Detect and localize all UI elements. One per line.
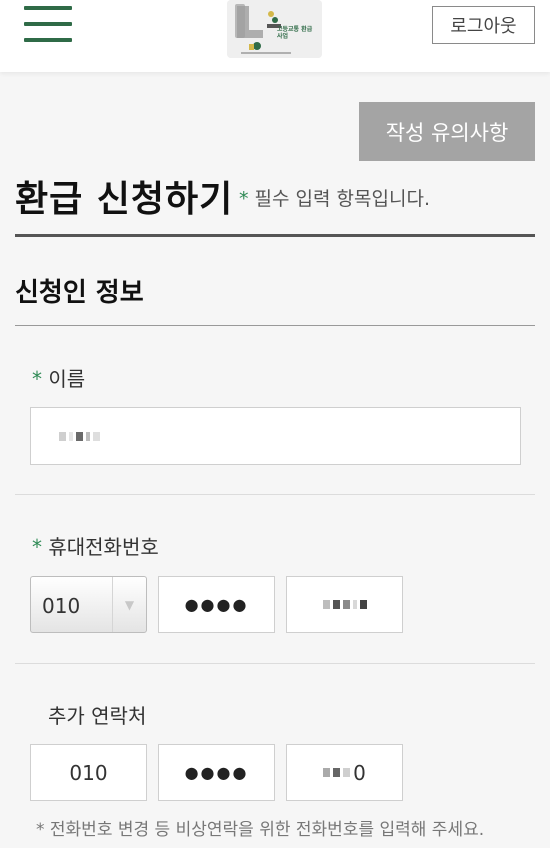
menu-icon[interactable]: [24, 6, 74, 46]
phone-label: * 휴대전화번호: [32, 531, 159, 560]
field-divider: [15, 663, 535, 664]
menu-icon-bar: [24, 22, 72, 26]
phone-help-text: * 전화번호 변경 등 비상연락을 위한 전화번호를 입력해 주세요.: [36, 820, 485, 840]
name-label: * 이름: [32, 363, 85, 392]
required-note: * 필수 입력 항목입니다.: [239, 184, 430, 211]
site-logo[interactable]: 고등교통 환급사업: [227, 0, 322, 58]
required-note-text: 필수 입력 항목입니다.: [254, 188, 430, 210]
menu-icon-bar: [24, 38, 72, 42]
phone-label-text: 휴대전화번호: [48, 535, 159, 559]
extra-contact-label: 추가 연락처: [48, 704, 147, 728]
extra-last-suffix: 0: [353, 760, 366, 785]
page-title: 환급 신청하기: [15, 179, 234, 220]
phone-last-masked-value: [322, 600, 367, 609]
logout-button[interactable]: 로그아웃: [432, 6, 535, 44]
logo-text: 고등교통 환급사업: [277, 26, 313, 40]
chevron-down-icon: ▼: [112, 577, 146, 632]
title-divider: [15, 234, 535, 237]
phone-middle-input[interactable]: ●●●●: [158, 576, 275, 633]
required-star: *: [32, 535, 42, 559]
name-masked-value: [59, 431, 100, 441]
extra-middle-input[interactable]: ●●●●: [158, 744, 275, 801]
section-title: 신청인 정보: [15, 278, 144, 308]
extra-prefix-input[interactable]: 010: [30, 744, 147, 801]
top-header: 고등교통 환급사업 로그아웃: [0, 0, 550, 72]
writing-notice-button[interactable]: 작성 유의사항: [359, 102, 535, 161]
phone-middle-value: ●●●●: [184, 595, 249, 614]
required-star: *: [32, 367, 42, 391]
name-input[interactable]: [30, 407, 521, 465]
menu-icon-bar: [24, 6, 72, 10]
phone-prefix-value: 010: [42, 594, 81, 618]
name-label-text: 이름: [48, 367, 86, 391]
required-star: *: [239, 188, 249, 210]
extra-prefix-value: 010: [69, 760, 108, 785]
extra-last-masked-value: 0: [323, 761, 366, 785]
extra-middle-value: ●●●●: [184, 763, 249, 782]
phone-prefix-select[interactable]: 010 ▼: [30, 576, 147, 633]
extra-last-input[interactable]: 0: [286, 744, 403, 801]
section-divider: [15, 325, 535, 326]
phone-last-input[interactable]: [286, 576, 403, 633]
field-divider: [15, 494, 535, 495]
